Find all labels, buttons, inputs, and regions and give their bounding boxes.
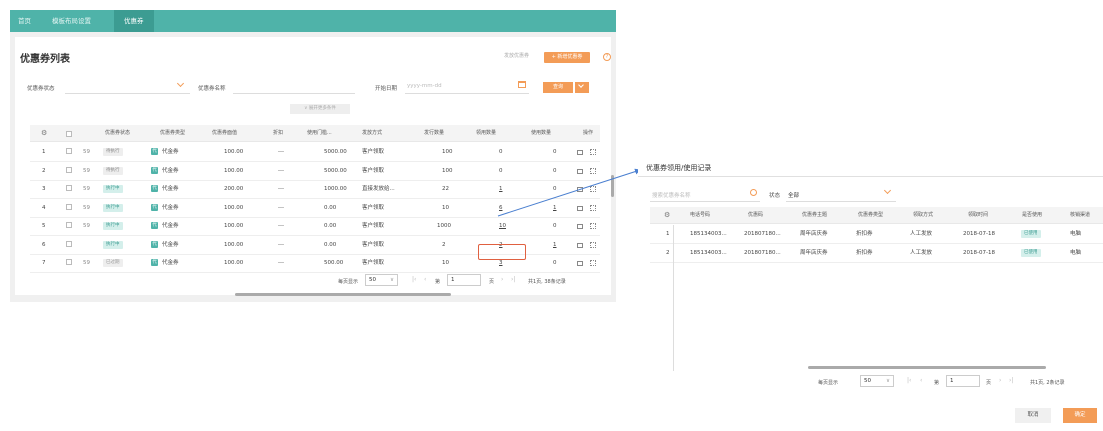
gear-icon[interactable]: ⚙	[664, 207, 670, 224]
horizontal-scrollbar[interactable]	[808, 366, 1046, 369]
status-filter-label: 状态	[769, 193, 781, 199]
coupon-theme: 周年店庆券	[800, 250, 828, 256]
per-page-select[interactable]: 50 ∨	[860, 375, 894, 387]
coupon-code: 201807180...	[744, 250, 781, 256]
page-suffix: 页	[986, 380, 992, 386]
header-time[interactable]: 领取时间	[968, 207, 988, 224]
search-icon[interactable]	[750, 189, 757, 196]
coupon-theme: 周年店庆券	[800, 231, 828, 237]
claim-method: 人工发放	[910, 231, 933, 237]
next-page-icon[interactable]: ›	[999, 377, 1001, 384]
records-table: ⚙ 电话号码 优惠码 优惠券主题 优惠券类型 领取方式 领取时间 是否使用 核销…	[650, 207, 1103, 371]
page-input[interactable]: 1	[946, 375, 980, 387]
header-type[interactable]: 优惠券类型	[858, 207, 883, 224]
search-underline	[650, 201, 760, 202]
status-underline	[786, 201, 896, 202]
header-used[interactable]: 是否使用	[1022, 207, 1042, 224]
claim-method: 人工发放	[910, 250, 933, 256]
claim-time: 2018-07-18	[963, 231, 995, 237]
chevron-down-icon[interactable]	[883, 186, 892, 195]
phone-number: 185134003...	[690, 250, 727, 256]
coupon-name-search-input[interactable]: 搜索优惠券名称	[652, 191, 691, 199]
prev-page-icon[interactable]: ‹	[920, 377, 922, 384]
first-page-icon[interactable]: |‹	[907, 377, 911, 384]
records-table-header: ⚙ 电话号码 优惠码 优惠券主题 优惠券类型 领取方式 领取时间 是否使用 核销…	[650, 207, 1103, 224]
confirm-button[interactable]: 确定	[1063, 408, 1097, 423]
header-theme[interactable]: 优惠券主题	[802, 207, 827, 224]
phone-number: 185134003...	[690, 231, 727, 237]
used-status-badge: 已使用	[1021, 230, 1041, 238]
header-method[interactable]: 领取方式	[913, 207, 933, 224]
column-divider	[673, 225, 674, 371]
chevron-down-icon: ∨	[885, 378, 890, 384]
usage-records-dialog: 优惠券领用/使用记录 搜索优惠券名称 状态 全部 ⚙ 电话号码 优惠码 优惠券主…	[638, 155, 1103, 431]
redeem-channel: 电脑	[1070, 250, 1082, 256]
status-filter-select[interactable]: 全部	[788, 191, 799, 199]
dialog-title: 优惠券领用/使用记录	[646, 164, 712, 172]
coupon-type: 折扣券	[856, 231, 873, 237]
header-code[interactable]: 优惠码	[748, 207, 763, 224]
redeem-channel: 电脑	[1070, 231, 1082, 237]
header-channel[interactable]: 核销渠道	[1070, 207, 1090, 224]
row-number: 2	[666, 250, 670, 256]
per-page-value: 50	[864, 378, 871, 384]
pager-summary: 共1页, 2条记录	[1030, 380, 1065, 386]
coupon-code: 201807180...	[744, 231, 781, 237]
per-page-label: 每页显示	[818, 380, 839, 386]
last-page-icon[interactable]: ›|	[1009, 377, 1013, 384]
page-prefix: 第	[934, 380, 940, 386]
claim-time: 2018-07-18	[963, 250, 995, 256]
coupon-type: 折扣券	[856, 250, 873, 256]
cancel-button[interactable]: 取消	[1015, 408, 1051, 423]
row-number: 1	[666, 231, 670, 237]
header-phone[interactable]: 电话号码	[690, 207, 710, 224]
used-status-badge: 已使用	[1021, 249, 1041, 257]
